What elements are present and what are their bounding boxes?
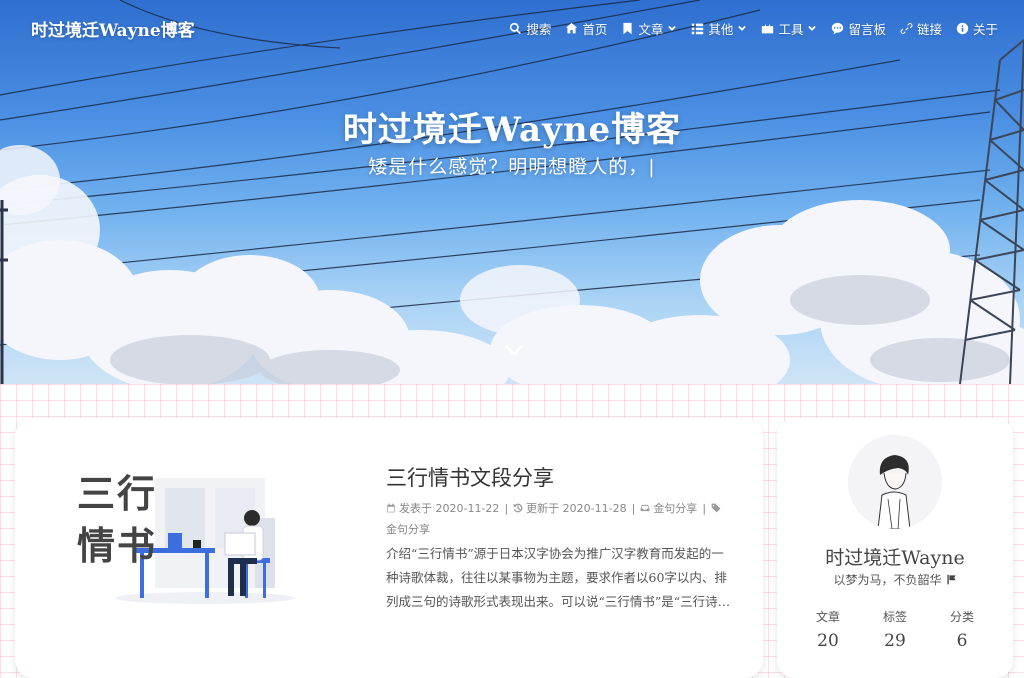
nav-item-guestbook[interactable]: 留言板 (831, 19, 886, 38)
comment-icon (832, 22, 844, 35)
hero-title: 时过境迁Wayne博客 (342, 110, 682, 150)
link-icon (900, 23, 913, 34)
nav-item-label: 首页 (582, 22, 608, 37)
home-icon (566, 22, 578, 34)
post-cover-image[interactable]: 三行 情书 (65, 458, 295, 618)
post-meta: 发表于 2020-11-22 | 更新于 2020-11-28 | 金句分享 | 金句分享 (386, 498, 731, 540)
author-description: 以梦为马，不负韶华 (777, 571, 1013, 588)
post-card: 三行 情书 三行情书文段分享 发表于 2020-11-22 | 更新于 2020-1… (15, 418, 763, 678)
hero-subtitle: 矮是什么感觉？明明想瞪人的，| (368, 156, 656, 178)
stat-categories[interactable]: 分类 6 (929, 608, 995, 651)
nav-menu: 搜索 首页 文章 其他 工具 留言板 链接 关于 (509, 19, 998, 38)
tag-icon (711, 503, 721, 513)
stat-articles[interactable]: 文章 20 (795, 608, 861, 651)
author-stats: 文章 20 标签 29 分类 6 (795, 608, 995, 651)
updated-date: 2020-11-28 (562, 502, 627, 515)
stat-label: 标签 (882, 610, 907, 624)
nav-item-others[interactable]: 其他 (691, 19, 747, 38)
stat-label: 分类 (949, 610, 974, 624)
post-category-link[interactable]: 金句分享 (653, 502, 697, 515)
stat-value: 20 (817, 631, 839, 651)
nav-item-label: 留言板 (848, 22, 886, 37)
bookmark-icon (623, 22, 632, 35)
published-label: 发表于 (399, 502, 432, 515)
nav-item-label: 链接 (916, 22, 942, 37)
stat-tags[interactable]: 标签 29 (862, 608, 928, 651)
post-tag-link[interactable]: 金句分享 (386, 523, 430, 536)
scroll-down-chevron-icon[interactable] (505, 344, 523, 358)
calendar-icon (387, 503, 395, 513)
author-card: 时过境迁Wayne 以梦为马，不负韶华 文章 20 标签 29 分类 6 (777, 418, 1013, 678)
navbar: 时过境迁Wayne博客 搜索 首页 文章 其他 工具 留言板 链接 关于 (0, 0, 1024, 56)
cover-text: 三行 情书 (77, 468, 157, 572)
nav-item-articles[interactable]: 文章 (621, 19, 677, 38)
stat-value: 6 (956, 631, 968, 651)
hero-banner: 时过境迁Wayne博客 搜索 首页 文章 其他 工具 留言板 链接 关于 时过境… (0, 0, 1024, 384)
nav-item-search[interactable]: 搜索 (509, 19, 551, 38)
avatar[interactable] (848, 435, 942, 529)
updated-label: 更新于 (526, 502, 560, 515)
author-description-text: 以梦为马，不负韶华 (833, 573, 942, 587)
nav-item-label: 其他 (708, 22, 734, 37)
toolbox-icon (762, 24, 774, 34)
chevron-down-icon (808, 25, 817, 31)
nav-item-links[interactable]: 链接 (900, 19, 942, 38)
nav-item-tools[interactable]: 工具 (761, 19, 817, 38)
nav-item-label: 搜索 (526, 22, 552, 37)
search-icon (510, 22, 522, 35)
cover-text-line: 三行 (77, 471, 158, 516)
post-excerpt: 介绍“三行情书”源于日本汉字协会为推广汉字教育而发起的一种诗歌体裁，往往以某事物… (386, 546, 731, 609)
nav-item-home[interactable]: 首页 (565, 19, 607, 38)
list-icon (692, 23, 704, 35)
avatar-illustration (848, 435, 942, 529)
published-date: 2020-11-22 (435, 502, 500, 515)
info-icon (956, 22, 969, 35)
chevron-down-icon (738, 25, 747, 31)
nav-item-about[interactable]: 关于 (956, 19, 998, 38)
post-title[interactable]: 三行情书文段分享 (386, 462, 554, 492)
inbox-icon (640, 504, 650, 512)
chevron-down-icon (668, 25, 677, 31)
history-icon (513, 503, 523, 513)
flag-icon (946, 574, 956, 585)
nav-item-label: 关于 (972, 22, 998, 37)
stat-label: 文章 (815, 610, 840, 624)
author-name: 时过境迁Wayne (825, 547, 965, 569)
stat-value: 29 (884, 631, 906, 651)
site-name[interactable]: 时过境迁Wayne博客 (31, 16, 195, 41)
sky-illustration (0, 0, 1024, 384)
meta-separator: | (504, 502, 509, 515)
nav-item-label: 文章 (638, 22, 664, 37)
meta-separator: | (631, 502, 636, 515)
meta-separator: | (702, 502, 707, 515)
cover-text-line: 情书 (77, 523, 158, 568)
nav-item-label: 工具 (778, 22, 804, 37)
